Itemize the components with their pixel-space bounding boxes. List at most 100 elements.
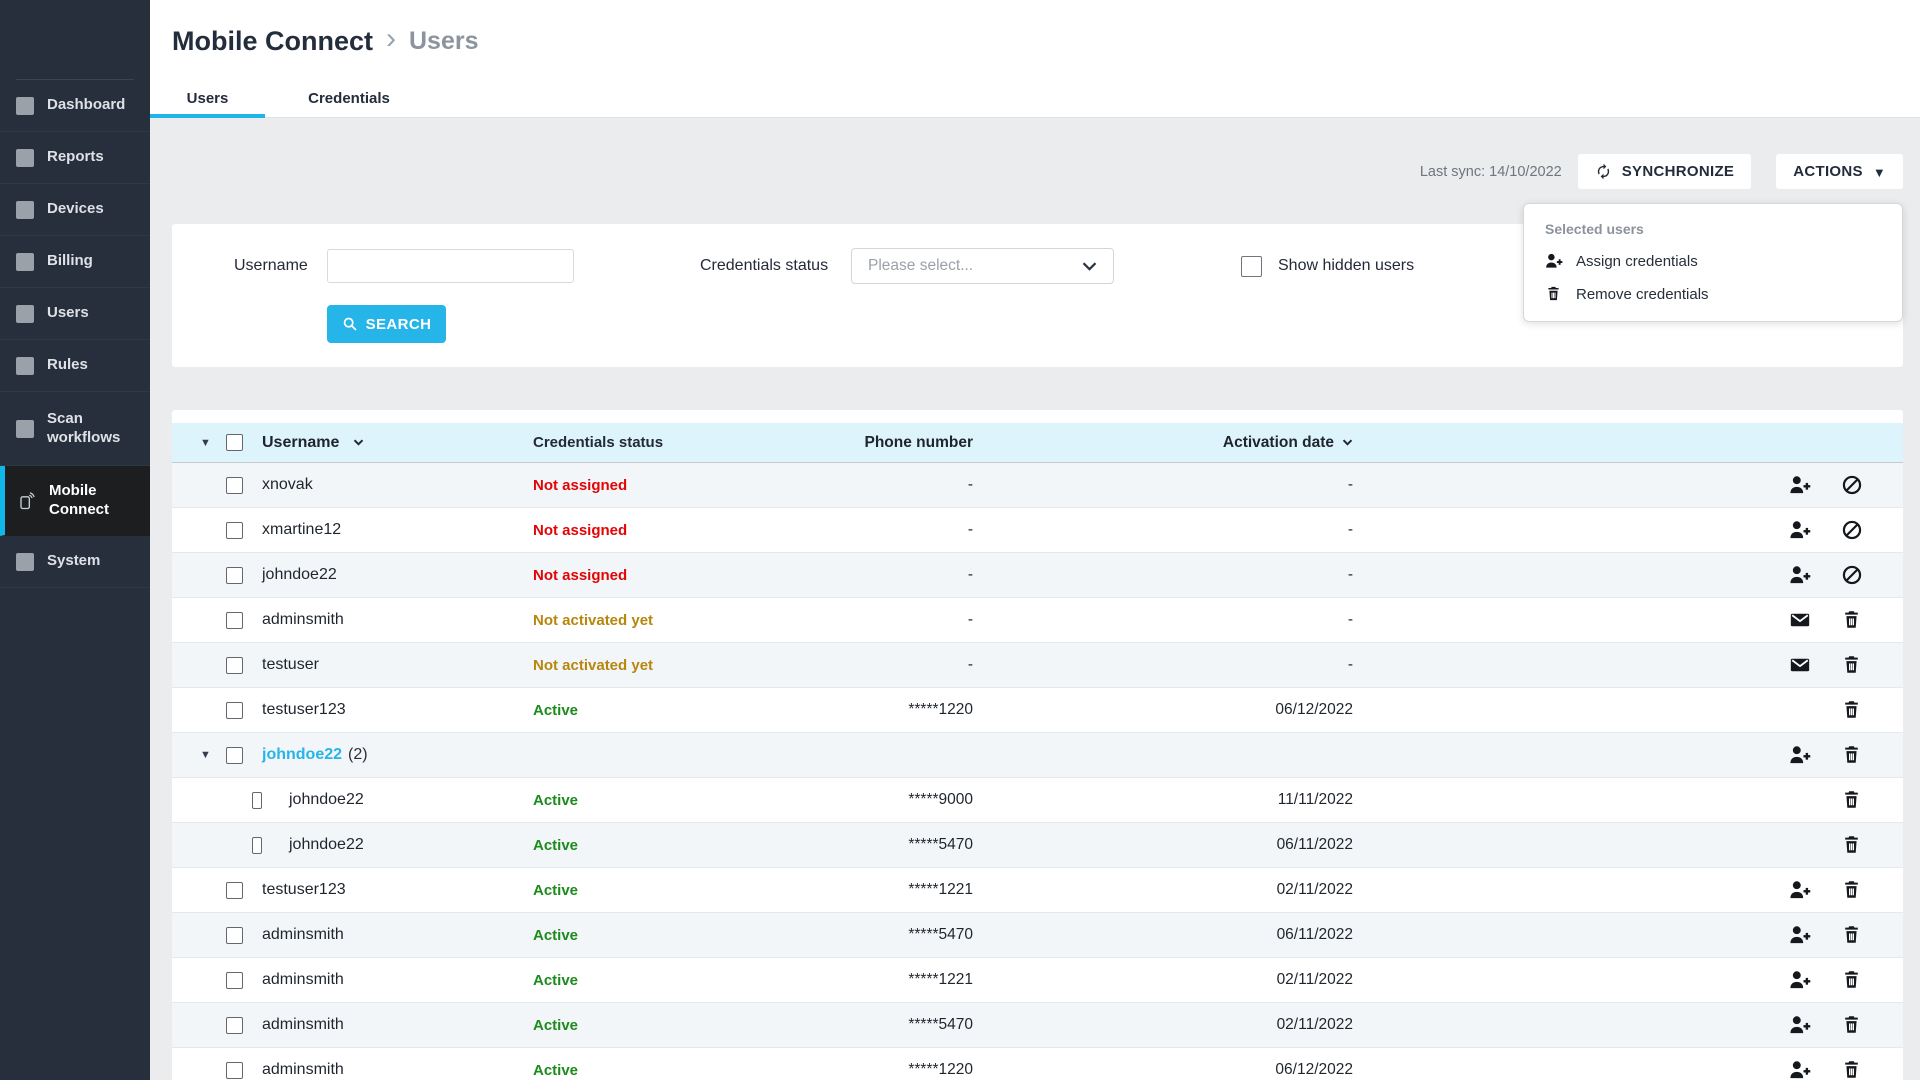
system-icon: [16, 553, 34, 571]
row-checkbox[interactable]: [226, 522, 243, 539]
assign-credentials-icon[interactable]: [1789, 564, 1811, 586]
synchronize-button[interactable]: SYNCHRONIZE: [1578, 154, 1751, 189]
row-checkbox[interactable]: [226, 477, 243, 494]
credentials-status: Not activated yet: [533, 657, 653, 674]
phone-number: *****1221: [783, 971, 973, 989]
block-icon[interactable]: [1841, 519, 1863, 541]
column-header-username[interactable]: Username: [262, 434, 533, 452]
row-checkbox[interactable]: [226, 567, 243, 584]
sidebar-item-mobile-connect[interactable]: Mobile Connect: [0, 466, 150, 536]
assign-credentials-icon[interactable]: [1789, 474, 1811, 496]
assign-credentials-icon[interactable]: [1789, 924, 1811, 946]
group-username-link[interactable]: johndoe22: [262, 746, 342, 764]
assign-credentials-icon[interactable]: [1789, 1014, 1811, 1036]
show-hidden-users-toggle[interactable]: Show hidden users: [1241, 256, 1414, 277]
menu-item-assign-credentials[interactable]: Assign credentials: [1545, 252, 1881, 270]
breadcrumb-section: Mobile Connect: [172, 26, 373, 57]
row-checkbox[interactable]: [252, 792, 262, 809]
block-icon[interactable]: [1841, 564, 1863, 586]
tab-users[interactable]: Users: [150, 82, 265, 117]
username-text: adminsmith: [262, 611, 344, 629]
sort-chevron-icon: [1342, 439, 1353, 446]
scan-workflows-icon: [16, 420, 34, 438]
row-checkbox[interactable]: [226, 1017, 243, 1034]
sidebar-item-devices[interactable]: Devices: [0, 184, 150, 236]
actions-label: ACTIONS: [1793, 163, 1863, 180]
menu-item-remove-credentials[interactable]: Remove credentials: [1545, 285, 1881, 303]
delete-icon[interactable]: [1841, 789, 1863, 811]
delete-icon[interactable]: [1841, 699, 1863, 721]
row-checkbox[interactable]: [226, 657, 243, 674]
delete-icon[interactable]: [1841, 969, 1863, 991]
row-checkbox[interactable]: [226, 702, 243, 719]
table-header-row: ▼ Username Credentials status Phone numb…: [172, 423, 1903, 463]
table-row: adminsmithActive*****547002/11/2022: [172, 1003, 1903, 1048]
credentials-status: Active: [533, 927, 578, 944]
block-icon[interactable]: [1841, 474, 1863, 496]
mobile-connect-icon: [16, 491, 36, 511]
collapse-all-triangle-icon[interactable]: ▼: [200, 437, 211, 449]
table-row: testuser123Active*****122006/12/2022: [172, 688, 1903, 733]
mail-icon[interactable]: [1789, 654, 1811, 676]
row-checkbox[interactable]: [226, 927, 243, 944]
dashboard-icon: [16, 97, 34, 115]
credentials-status: Not activated yet: [533, 612, 653, 629]
table-row: johndoe22Not assigned--: [172, 553, 1903, 598]
row-checkbox[interactable]: [226, 1062, 243, 1079]
table-row: adminsmithNot activated yet--: [172, 598, 1903, 643]
sidebar-item-label: System: [47, 552, 140, 571]
show-hidden-users-checkbox[interactable]: [1241, 256, 1262, 277]
delete-icon[interactable]: [1841, 879, 1863, 901]
actions-menu-title: Selected users: [1545, 221, 1881, 237]
sidebar-item-dashboard[interactable]: Dashboard: [0, 80, 150, 132]
phone-number: -: [783, 611, 973, 629]
menu-item-label: Remove credentials: [1576, 286, 1709, 303]
sidebar-item-billing[interactable]: Billing: [0, 236, 150, 288]
sidebar-item-reports[interactable]: Reports: [0, 132, 150, 184]
activation-date: 11/11/2022: [973, 791, 1353, 809]
select-all-checkbox[interactable]: [226, 434, 243, 451]
search-button[interactable]: SEARCH: [327, 305, 446, 343]
assign-credentials-icon[interactable]: [1789, 879, 1811, 901]
row-checkbox[interactable]: [226, 747, 243, 764]
column-header-activation-date[interactable]: Activation date: [973, 434, 1353, 452]
phone-number: *****9000: [783, 791, 973, 809]
actions-button[interactable]: ACTIONS ▼: [1776, 154, 1903, 189]
phone-number: *****1220: [783, 1061, 973, 1079]
delete-icon[interactable]: [1841, 609, 1863, 631]
page-header: Mobile Connect › Users: [150, 0, 1920, 82]
collapse-group-icon[interactable]: ▼: [200, 749, 211, 761]
assign-credentials-icon[interactable]: [1789, 519, 1811, 541]
tab-credentials[interactable]: Credentials: [265, 82, 433, 117]
assign-credentials-icon[interactable]: [1789, 744, 1811, 766]
phone-number: *****5470: [783, 836, 973, 854]
row-checkbox[interactable]: [226, 972, 243, 989]
sidebar-item-label: Mobile Connect: [49, 482, 140, 520]
delete-icon[interactable]: [1841, 924, 1863, 946]
row-checkbox[interactable]: [252, 837, 262, 854]
delete-icon[interactable]: [1841, 834, 1863, 856]
delete-icon[interactable]: [1841, 744, 1863, 766]
assign-credentials-icon[interactable]: [1789, 969, 1811, 991]
credentials-status-select[interactable]: Please select...: [851, 248, 1114, 284]
sidebar-item-system[interactable]: System: [0, 536, 150, 588]
row-checkbox[interactable]: [226, 882, 243, 899]
sidebar-item-scan-workflows[interactable]: Scan workflows: [0, 392, 150, 466]
activation-date: -: [973, 656, 1353, 674]
table-row: adminsmithActive*****547006/11/2022: [172, 913, 1903, 958]
delete-icon[interactable]: [1841, 1014, 1863, 1036]
mail-icon[interactable]: [1789, 609, 1811, 631]
assign-credentials-icon[interactable]: [1789, 1059, 1811, 1080]
tab-bar: Users Credentials: [150, 82, 1920, 118]
username-input[interactable]: [327, 249, 574, 283]
sidebar-item-rules[interactable]: Rules: [0, 340, 150, 392]
sidebar-item-label: Reports: [47, 148, 140, 167]
activation-date: 02/11/2022: [973, 881, 1353, 899]
breadcrumb-separator-icon: ›: [386, 24, 396, 58]
delete-icon[interactable]: [1841, 654, 1863, 676]
delete-icon[interactable]: [1841, 1059, 1863, 1080]
sidebar-item-users[interactable]: Users: [0, 288, 150, 340]
username-text: testuser: [262, 656, 319, 674]
row-checkbox[interactable]: [226, 612, 243, 629]
chevron-down-icon: [1082, 262, 1097, 271]
